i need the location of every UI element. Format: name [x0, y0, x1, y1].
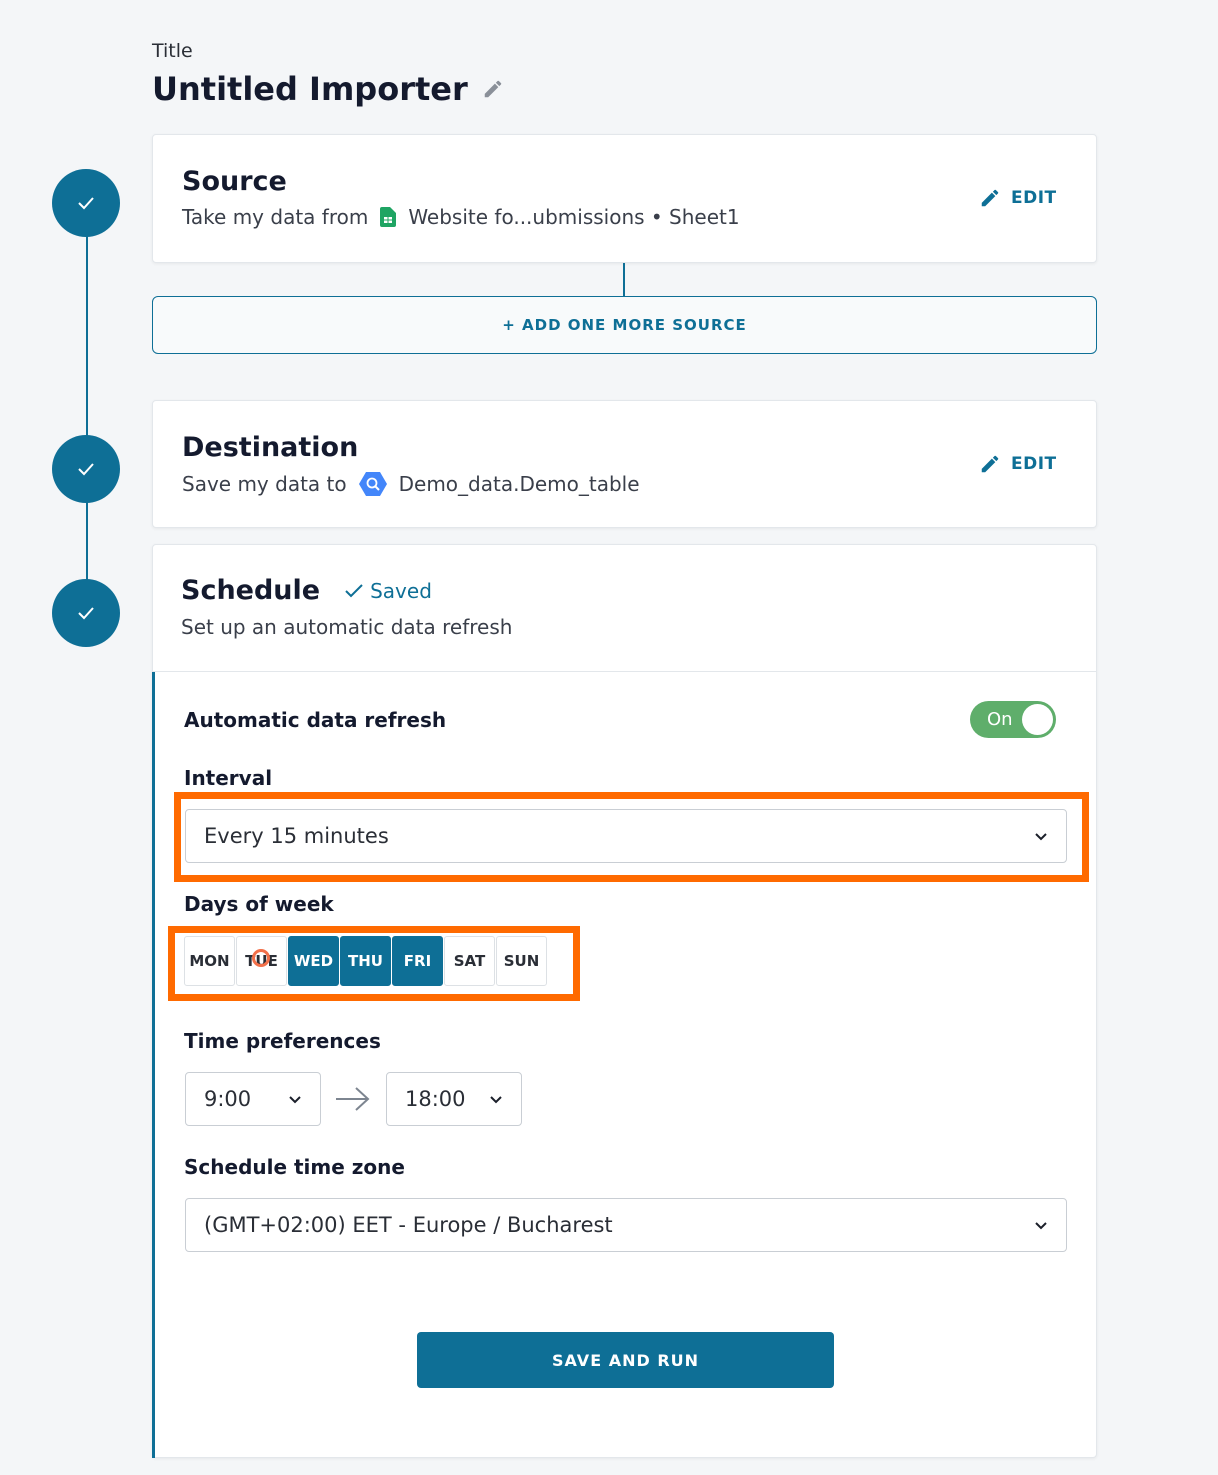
schedule-divider [153, 671, 1096, 672]
check-icon [78, 607, 94, 620]
chevron-down-icon [490, 1096, 502, 1104]
timezone-value: (GMT+02:00) EET - Europe / Bucharest [204, 1213, 613, 1237]
day-wed[interactable]: WED [288, 936, 339, 986]
source-edit-button[interactable]: EDIT [979, 187, 1057, 209]
time-to-value: 18:00 [405, 1087, 466, 1111]
timezone-select[interactable]: (GMT+02:00) EET - Europe / Bucharest [185, 1198, 1067, 1252]
schedule-title: Schedule [181, 575, 321, 606]
chevron-down-icon [1035, 833, 1047, 841]
chevron-down-icon [289, 1096, 301, 1104]
toggle-knob [1022, 704, 1053, 735]
day-mon[interactable]: MON [184, 936, 235, 986]
source-edit-label: EDIT [1011, 188, 1057, 208]
schedule-accent-bar [152, 672, 155, 1458]
time-preferences-label: Time preferences [184, 1029, 381, 1053]
check-icon [78, 463, 94, 476]
source-title: Source [182, 166, 287, 197]
stepper-line [86, 236, 88, 436]
step-destination-check [52, 435, 120, 503]
step-source-check [52, 169, 120, 237]
title-label: Title [152, 40, 193, 62]
time-from-value: 9:00 [204, 1087, 252, 1111]
source-connector-line [623, 263, 625, 297]
importer-title: Untitled Importer [152, 70, 504, 108]
destination-description: Save my data to Demo_data.Demo_table [182, 471, 640, 497]
chevron-down-icon [1035, 1222, 1047, 1230]
timezone-label: Schedule time zone [184, 1155, 405, 1179]
destination-title: Destination [182, 432, 359, 463]
importer-title-text: Untitled Importer [152, 70, 468, 108]
day-thu[interactable]: THU [340, 936, 391, 986]
schedule-card [152, 544, 1097, 1458]
auto-refresh-label: Automatic data refresh [184, 708, 447, 732]
stepper-line [86, 502, 88, 580]
saved-label: Saved [370, 578, 432, 603]
days-of-week-selector: MON TUE WED THU FRI SAT SUN [184, 936, 547, 986]
pencil-icon [981, 189, 999, 207]
source-file-name: Website fo...ubmissions • Sheet1 [408, 205, 740, 229]
auto-refresh-toggle[interactable]: On [970, 701, 1056, 738]
destination-table-name: Demo_data.Demo_table [398, 472, 640, 496]
destination-card: Destination Save my data to Demo_data.De… [152, 400, 1097, 528]
time-from-select[interactable]: 9:00 [185, 1072, 321, 1126]
save-and-run-button[interactable]: SAVE AND RUN [417, 1332, 834, 1388]
destination-edit-button[interactable]: EDIT [979, 453, 1057, 475]
edit-title-pencil-icon[interactable] [482, 78, 504, 100]
days-of-week-label: Days of week [184, 892, 334, 916]
schedule-header: Schedule Saved [181, 575, 432, 606]
check-icon [345, 583, 363, 597]
source-card: Source Take my data from Website fo...ub… [152, 134, 1097, 263]
bigquery-icon [358, 472, 387, 496]
interval-select[interactable]: Every 15 minutes [185, 809, 1067, 863]
step-schedule-check [52, 579, 120, 647]
google-sheets-icon [380, 207, 397, 227]
saved-status: Saved [344, 579, 432, 603]
cursor-click-icon [252, 949, 270, 967]
schedule-subtitle: Set up an automatic data refresh [181, 615, 513, 639]
day-fri[interactable]: FRI [392, 936, 443, 986]
day-sun[interactable]: SUN [496, 936, 547, 986]
time-to-select[interactable]: 18:00 [386, 1072, 522, 1126]
add-source-button[interactable]: + ADD ONE MORE SOURCE [152, 296, 1097, 354]
destination-prefix: Save my data to [182, 472, 347, 496]
source-description: Take my data from Website fo...ubmission… [182, 205, 740, 229]
day-sat[interactable]: SAT [444, 936, 495, 986]
arrow-right-icon [336, 1087, 370, 1111]
toggle-label: On [987, 709, 1013, 730]
pencil-icon [981, 455, 999, 473]
destination-edit-label: EDIT [1011, 454, 1057, 474]
day-tue[interactable]: TUE [236, 936, 287, 986]
interval-value: Every 15 minutes [204, 824, 389, 848]
interval-label: Interval [184, 766, 273, 790]
source-prefix: Take my data from [182, 205, 369, 229]
check-icon [78, 197, 94, 210]
